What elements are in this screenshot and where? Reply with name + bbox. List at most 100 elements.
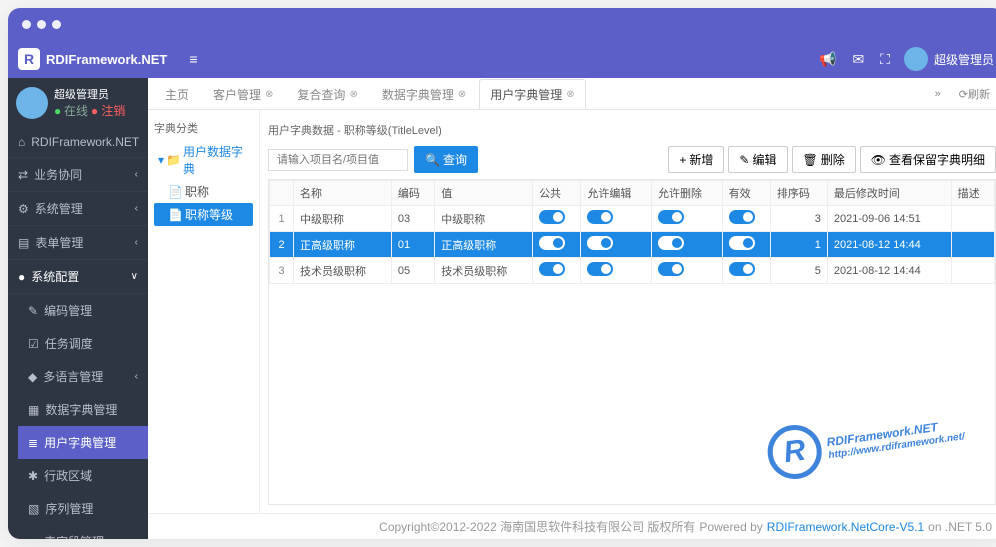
table-row[interactable]: 2正高级职称01正高级职称12021-08-12 14:44 [270,232,995,258]
search-input[interactable] [268,149,408,171]
delete-button[interactable]: 🗑删除 [792,146,856,173]
switch-toggle[interactable] [587,210,613,224]
sidebar-item[interactable]: ▤表单管理‹ [8,226,148,260]
chevron-icon: ‹ [135,203,138,214]
switch-toggle[interactable] [658,210,684,224]
column-header[interactable]: 最后修改时间 [827,181,951,206]
menu-icon: ⌂ [18,135,25,149]
tab[interactable]: 客户管理⊗ [202,79,284,109]
announce-icon[interactable]: 📢 [811,51,844,68]
tab[interactable]: 复合查询⊗ [286,79,368,109]
switch-toggle[interactable] [539,236,565,250]
profile-name: 超级管理员 [54,86,125,102]
tab[interactable]: 用户字典管理⊗ [479,79,585,109]
sidebar-item-sysconfig[interactable]: ● 系统配置 ∨ [8,260,148,294]
sidebar-subitem[interactable]: ▦数据字典管理 [18,393,148,426]
close-icon[interactable]: ⊗ [458,89,466,100]
switch-toggle[interactable] [539,210,565,224]
menu-icon: ✂ [28,535,38,540]
chevron-icon: ‹ [135,371,138,382]
menu-icon: ▧ [28,502,39,516]
switch-toggle[interactable] [729,236,755,250]
tree-root[interactable]: ▾📁用户数据字典 [154,140,253,180]
sidebar-subitem[interactable]: ≣用户字典管理 [18,426,148,459]
column-header[interactable]: 描述 [951,181,994,206]
data-panel: 用户字典数据 - 职称等级(TitleLevel) 🔍查询 +新增 ✎编辑 🗑删… [260,110,996,513]
switch-toggle[interactable] [587,262,613,276]
menu-toggle-icon[interactable]: ≡ [181,51,205,67]
mail-icon[interactable]: ✉ [844,51,872,68]
column-header[interactable]: 排序码 [770,181,827,206]
sidebar-subitem[interactable]: ✂表字段管理 [18,525,148,539]
sidebar-item[interactable]: ⚙系统管理‹ [8,192,148,226]
tree-panel: 字典分类 ▾📁用户数据字典 📄职称📄职称等级 [148,110,260,513]
column-header[interactable] [270,181,294,206]
dot [37,20,46,29]
panel-title: 用户字典数据 - 职称等级(TitleLevel) [268,118,996,146]
eye-icon: 👁 [871,153,886,167]
table-row[interactable]: 3技术员级职称05技术员级职称52021-08-12 14:44 [270,258,995,284]
tabs: 主页客户管理⊗复合查询⊗数据字典管理⊗用户字典管理⊗ » ⟳刷新 [148,78,996,110]
edit-button[interactable]: ✎编辑 [728,146,787,173]
sidebar-subitem[interactable]: ▧序列管理 [18,492,148,525]
switch-toggle[interactable] [658,236,684,250]
trash-icon: 🗑 [803,153,818,167]
dot [52,20,61,29]
pen-icon: ✎ [739,153,749,167]
search-button[interactable]: 🔍查询 [414,146,478,173]
close-icon[interactable]: ⊗ [265,89,273,100]
close-icon[interactable]: ⊗ [349,89,357,100]
column-header[interactable]: 编码 [391,181,434,206]
refresh-button[interactable]: ⟳刷新 [951,82,996,106]
menu-icon: ≣ [28,436,38,450]
data-grid: 名称编码值公共允许编辑允许删除有效排序码最后修改时间描述 1中级职称03中级职称… [268,179,996,505]
close-icon[interactable]: ⊗ [566,89,574,100]
column-header[interactable]: 名称 [294,181,392,206]
sidebar-subitem[interactable]: ◆多语言管理‹ [18,360,148,393]
menu-icon: ⚙ [18,202,29,216]
tree-node[interactable]: 📄职称等级 [154,203,253,226]
sidebar-item[interactable]: ⌂RDIFramework.NET [8,127,148,158]
sidebar-subitem[interactable]: ☑任务调度 [18,327,148,360]
column-header[interactable]: 公共 [533,181,581,206]
profile: 超级管理员 ● 在线 ● 注销 [8,78,148,127]
sidebar-item[interactable]: ⇄业务协同‹ [8,158,148,192]
column-header[interactable]: 值 [435,181,533,206]
tabs-more-icon[interactable]: » [927,84,949,104]
brand: RDIFramework.NET [46,52,167,67]
column-header[interactable]: 有效 [722,181,770,206]
tree-title: 字典分类 [154,116,253,140]
switch-toggle[interactable] [539,262,565,276]
sidebar-subitem[interactable]: ✎编码管理 [18,294,148,327]
switch-toggle[interactable] [729,210,755,224]
tab[interactable]: 数据字典管理⊗ [371,79,477,109]
tab[interactable]: 主页 [154,79,200,109]
tree-node[interactable]: 📄职称 [154,180,253,203]
file-icon: 📄 [168,208,183,222]
chevron-icon: ‹ [135,237,138,248]
logo-icon: R [18,48,40,70]
user-name[interactable]: 超级管理员 [934,51,994,68]
browser-titlebar [8,8,996,40]
switch-toggle[interactable] [729,262,755,276]
menu-icon: ✎ [28,304,38,318]
table-row[interactable]: 1中级职称03中级职称32021-09-06 14:51 [270,206,995,232]
add-button[interactable]: +新增 [668,146,724,173]
menu-icon: ⇄ [18,168,28,182]
profile-avatar[interactable] [16,87,48,119]
menu-icon: ▤ [18,236,29,250]
menu-icon: ◆ [28,370,37,384]
switch-toggle[interactable] [587,236,613,250]
plus-icon: + [679,153,686,167]
sidebar: 超级管理员 ● 在线 ● 注销 ⌂RDIFramework.NET⇄业务协同‹⚙… [8,78,148,539]
footer: Copyright©2012-2022 海南国思软件科技有限公司 版权所有 Po… [148,513,996,539]
column-header[interactable]: 允许编辑 [581,181,652,206]
expand-icon[interactable]: ⛶ [872,51,898,68]
avatar[interactable] [904,47,928,71]
footer-link[interactable]: RDIFramework.NetCore-V5.1 [767,520,924,534]
sidebar-subitem[interactable]: ✱行政区域 [18,459,148,492]
switch-toggle[interactable] [658,262,684,276]
logout-link[interactable]: ● 注销 [91,104,126,118]
column-header[interactable]: 允许删除 [651,181,722,206]
view-button[interactable]: 👁查看保留字典明细 [860,146,996,173]
